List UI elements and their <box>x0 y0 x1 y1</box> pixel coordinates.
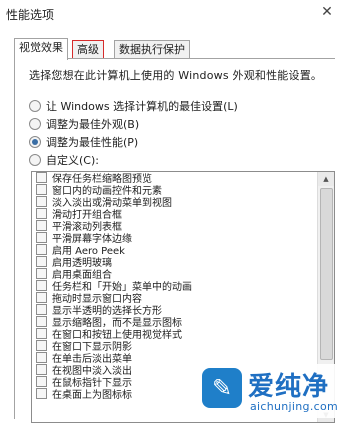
checkbox[interactable] <box>36 364 47 375</box>
panel-description: 选择您想在此计算机上使用的 Windows 外观和性能设置。 <box>29 69 323 82</box>
list-item[interactable]: 启用 Aero Peek <box>32 244 316 257</box>
watermark-brand: 爱纯净 <box>248 372 330 402</box>
tab-strip: 视觉效果 高级 数据执行保护 <box>14 36 334 60</box>
radio-button[interactable] <box>29 100 41 112</box>
list-item[interactable]: 平滑滚动列表框 <box>32 220 316 233</box>
option-label: 调整为最佳性能(P) <box>46 136 139 149</box>
list-item-label: 在桌面上为图标标 <box>52 390 132 401</box>
checkbox[interactable] <box>36 304 47 315</box>
list-item[interactable]: 在窗口和按钮上使用视觉样式 <box>32 328 316 341</box>
checkbox[interactable] <box>36 244 47 255</box>
watermark-logo-icon: ✎ <box>202 368 242 408</box>
close-icon[interactable]: ✕ <box>319 4 335 20</box>
checkbox[interactable] <box>36 208 47 219</box>
option-custom[interactable]: 自定义(C): <box>29 153 99 169</box>
list-item[interactable]: 淡入淡出或滑动菜单到视图 <box>32 196 316 209</box>
list-item[interactable]: 保存任务栏缩略图预览 <box>32 172 316 185</box>
scroll-up-arrow-icon[interactable]: ▲ <box>318 172 334 186</box>
list-item[interactable]: 启用桌面组合 <box>32 268 316 281</box>
list-item[interactable]: 显示缩略图，而不是显示图标 <box>32 316 316 329</box>
tab-visual-effects[interactable]: 视觉效果 <box>14 38 68 60</box>
list-item[interactable]: 拖动时显示窗口内容 <box>32 292 316 305</box>
tab-dep-label: 数据执行保护 <box>119 43 185 56</box>
option-label: 自定义(C): <box>46 154 99 167</box>
checkbox[interactable] <box>36 256 47 267</box>
list-item[interactable]: 平滑屏幕字体边缘 <box>32 232 316 245</box>
tab-visual-effects-label: 视觉效果 <box>19 41 63 54</box>
list-item[interactable]: 启用透明玻璃 <box>32 256 316 269</box>
tab-advanced[interactable]: 高级 <box>72 40 104 60</box>
checkbox[interactable] <box>36 376 47 387</box>
checkbox[interactable] <box>36 184 47 195</box>
list-item[interactable]: 在窗口下显示阴影 <box>32 340 316 353</box>
list-item[interactable]: 显示半透明的选择长方形 <box>32 304 316 317</box>
tab-advanced-label: 高级 <box>77 43 99 56</box>
tab-data-execution-prevention[interactable]: 数据执行保护 <box>114 40 190 59</box>
option-label: 让 Windows 选择计算机的最佳设置(L) <box>46 100 238 113</box>
checkbox[interactable] <box>36 172 47 183</box>
list-item[interactable]: 窗口内的动画控件和元素 <box>32 184 316 197</box>
checkbox[interactable] <box>36 280 47 291</box>
checkbox[interactable] <box>36 352 47 363</box>
site-watermark: ✎ 爱纯净 aichunjing.com <box>198 364 341 418</box>
option-let-windows-choose[interactable]: 让 Windows 选择计算机的最佳设置(L) <box>29 99 238 115</box>
radio-button[interactable] <box>29 118 41 130</box>
checkbox[interactable] <box>36 220 47 231</box>
checkbox[interactable] <box>36 268 47 279</box>
scroll-thumb[interactable] <box>320 188 333 360</box>
checkbox[interactable] <box>36 388 47 399</box>
option-best-appearance[interactable]: 调整为最佳外观(B) <box>29 117 139 133</box>
watermark-url: aichunjing.com <box>250 400 339 413</box>
checkbox[interactable] <box>36 292 47 303</box>
checkbox[interactable] <box>36 232 47 243</box>
checkbox[interactable] <box>36 328 47 339</box>
radio-button[interactable] <box>29 154 41 166</box>
checkbox[interactable] <box>36 196 47 207</box>
radio-button-selected[interactable] <box>29 136 41 148</box>
window-title: 性能选项 <box>6 8 55 22</box>
title-bar: 性能选项 ✕ <box>0 0 341 26</box>
option-label: 调整为最佳外观(B) <box>46 118 140 131</box>
option-best-performance[interactable]: 调整为最佳性能(P) <box>29 135 138 151</box>
checkbox[interactable] <box>36 340 47 351</box>
list-item[interactable]: 在单击后淡出菜单 <box>32 352 316 365</box>
checkbox[interactable] <box>36 316 47 327</box>
list-item[interactable]: 滑动打开组合框 <box>32 208 316 221</box>
list-item[interactable]: 任务栏和「开始」菜单中的动画 <box>32 280 316 293</box>
